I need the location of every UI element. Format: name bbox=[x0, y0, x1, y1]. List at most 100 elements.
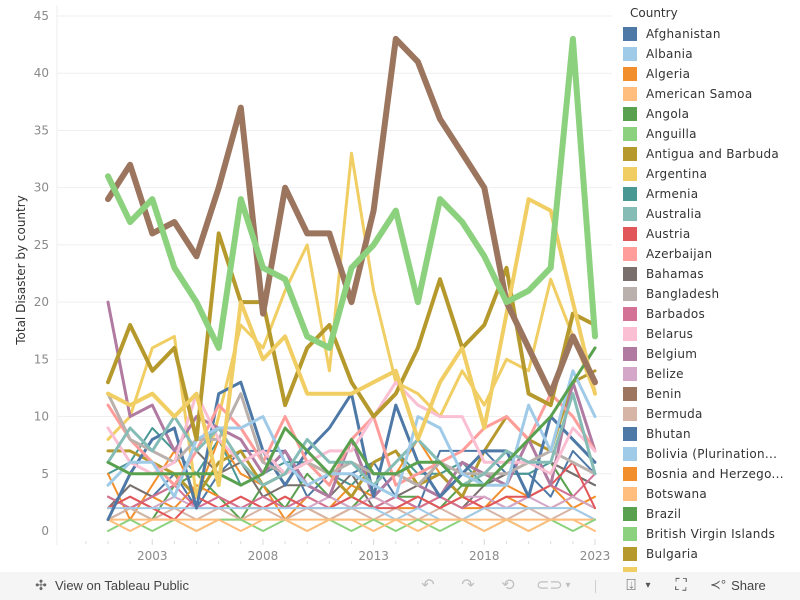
y-axis: 0 5 10 15 20 25 30 35 40 45 bbox=[34, 9, 49, 538]
legend-item[interactable]: Armenia bbox=[620, 184, 800, 204]
legend-item[interactable]: British Virgin Islands bbox=[620, 524, 800, 544]
legend-swatch bbox=[623, 387, 637, 401]
legend-label: Angola bbox=[646, 107, 690, 121]
legend-item[interactable]: Argentina bbox=[620, 164, 800, 184]
y-tick-label: 40 bbox=[34, 66, 49, 80]
revert-icon[interactable]: ⟲ bbox=[498, 577, 518, 595]
x-tick-label: 2018 bbox=[469, 549, 500, 563]
legend-swatch bbox=[623, 127, 637, 141]
legend-item[interactable]: Benin bbox=[620, 384, 800, 404]
y-tick-label: 25 bbox=[34, 238, 49, 252]
legend-swatch bbox=[623, 147, 637, 161]
legend-item[interactable] bbox=[620, 564, 800, 572]
legend-item[interactable]: Brazil bbox=[620, 504, 800, 524]
download-dropdown-icon[interactable]: ▾ bbox=[642, 577, 654, 595]
legend-label: Belarus bbox=[646, 327, 694, 341]
pause-dropdown-icon[interactable]: ▾ bbox=[562, 577, 574, 595]
y-tick-label: 30 bbox=[34, 181, 49, 195]
y-axis-title: Total Disaster by country bbox=[14, 195, 28, 346]
y-tick-label: 0 bbox=[41, 524, 49, 538]
y-tick-label: 20 bbox=[34, 295, 49, 309]
legend-item[interactable]: Belarus bbox=[620, 324, 800, 344]
legend-swatch bbox=[623, 547, 637, 561]
legend-item[interactable]: Bhutan bbox=[620, 424, 800, 444]
legend-item[interactable]: Anguilla bbox=[620, 124, 800, 144]
legend-item[interactable]: Bermuda bbox=[620, 404, 800, 424]
legend-item[interactable]: Belgium bbox=[620, 344, 800, 364]
legend-label: Armenia bbox=[646, 187, 699, 201]
legend-label: Bulgaria bbox=[646, 547, 699, 561]
legend-label: Azerbaijan bbox=[646, 247, 713, 261]
x-tick-label: 2003 bbox=[137, 549, 168, 563]
download-icon[interactable]: ⍗ bbox=[620, 577, 642, 595]
tableau-logo-icon: ✣ bbox=[35, 577, 47, 593]
fullscreen-icon[interactable]: ⛶ bbox=[670, 577, 692, 595]
share-label: Share bbox=[731, 577, 766, 593]
legend-label: Brazil bbox=[646, 507, 682, 521]
legend-label: Antigua and Barbuda bbox=[646, 147, 780, 161]
legend-swatch bbox=[623, 27, 637, 41]
legend-swatch bbox=[623, 47, 637, 61]
legend-label: Bolivia (Plurination... bbox=[646, 447, 778, 461]
series-line-bosnia-and-herzegovina[interactable] bbox=[107, 484, 596, 521]
legend-item[interactable]: Bosnia and Herzego... bbox=[620, 464, 800, 484]
legend-label: Belize bbox=[646, 367, 684, 381]
legend-swatch bbox=[623, 267, 637, 281]
legend-label: Barbados bbox=[646, 307, 706, 321]
refresh-icon[interactable]: ⊂⊃ bbox=[536, 577, 563, 595]
legend-swatch bbox=[623, 107, 637, 121]
series-lines bbox=[105, 35, 598, 532]
legend-swatch bbox=[623, 467, 637, 481]
legend-swatch bbox=[623, 447, 637, 461]
series-line-botswana[interactable] bbox=[107, 518, 596, 532]
legend-label: Anguilla bbox=[646, 127, 697, 141]
legend-label: Botswana bbox=[646, 487, 708, 501]
view-on-tableau-label: View on Tableau Public bbox=[55, 577, 189, 593]
legend-label: Austria bbox=[646, 227, 691, 241]
legend-item[interactable]: Afghanistan bbox=[620, 24, 800, 44]
legend-item[interactable]: Belize bbox=[620, 364, 800, 384]
legend-swatch bbox=[623, 487, 637, 501]
toolbar-divider bbox=[595, 580, 596, 593]
legend-swatch bbox=[623, 347, 637, 361]
legend-item[interactable]: Angola bbox=[620, 104, 800, 124]
legend-swatch bbox=[623, 427, 637, 441]
legend-item[interactable]: Bahamas bbox=[620, 264, 800, 284]
x-axis: 2003 2008 2013 2018 2023 bbox=[85, 539, 611, 563]
y-tick-label: 35 bbox=[34, 123, 49, 137]
legend-label: Bermuda bbox=[646, 407, 703, 421]
legend-item[interactable]: Botswana bbox=[620, 484, 800, 504]
legend-item[interactable]: Antigua and Barbuda bbox=[620, 144, 800, 164]
legend-item[interactable]: Bolivia (Plurination... bbox=[620, 444, 800, 464]
legend-item[interactable]: American Samoa bbox=[620, 84, 800, 104]
legend-swatch bbox=[623, 307, 637, 321]
view-on-tableau-link[interactable]: ✣ View on Tableau Public bbox=[33, 577, 189, 593]
legend-swatch bbox=[623, 327, 637, 341]
legend-item[interactable]: Bulgaria bbox=[620, 544, 800, 564]
legend-swatch bbox=[623, 87, 637, 101]
legend-item[interactable]: Barbados bbox=[620, 304, 800, 324]
legend-item[interactable]: Australia bbox=[620, 204, 800, 224]
legend-item[interactable]: Azerbaijan bbox=[620, 244, 800, 264]
legend-item[interactable]: Austria bbox=[620, 224, 800, 244]
legend-label: Bahamas bbox=[646, 267, 704, 281]
line-chart: 051015202530354045 2003 2008 2013 2018 2023 … bbox=[14, 5, 612, 563]
series-line-benin[interactable] bbox=[105, 35, 598, 397]
legend-label: Afghanistan bbox=[646, 27, 721, 41]
x-tick-label: 2023 bbox=[580, 549, 611, 563]
x-tick-label: 2013 bbox=[358, 549, 389, 563]
legend-label: Bosnia and Herzego... bbox=[646, 467, 784, 481]
series-line-anguilla[interactable] bbox=[107, 518, 596, 532]
legend-label: British Virgin Islands bbox=[646, 527, 776, 541]
legend-item[interactable]: Albania bbox=[620, 44, 800, 64]
legend-item[interactable]: Bangladesh bbox=[620, 284, 800, 304]
redo-icon[interactable]: ↷ bbox=[458, 577, 478, 595]
legend-label: Argentina bbox=[646, 167, 708, 181]
legend-swatch bbox=[623, 247, 637, 261]
legend-label: Bhutan bbox=[646, 427, 691, 441]
legend-label: Bangladesh bbox=[646, 287, 720, 301]
legend-item[interactable]: Algeria bbox=[620, 64, 800, 84]
undo-icon[interactable]: ↶ bbox=[418, 577, 438, 595]
share-button[interactable]: ≺° Share bbox=[710, 577, 766, 593]
legend-swatch bbox=[623, 227, 637, 241]
